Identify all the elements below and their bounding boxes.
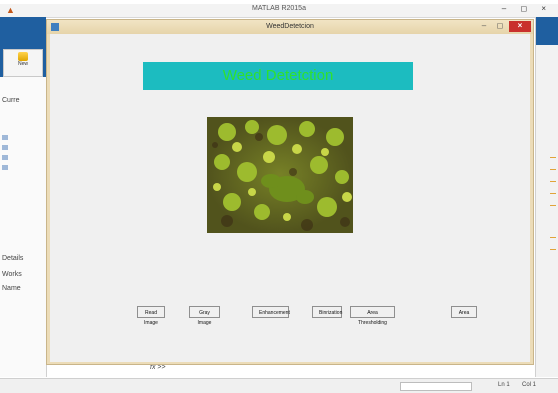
workspace-label: Works: [2, 271, 22, 278]
right-toolstrip: [536, 17, 558, 45]
details-label: Details: [2, 255, 24, 262]
maximize-button[interactable]: ◻: [493, 21, 507, 32]
binarization-button[interactable]: Binrization: [312, 306, 342, 318]
marker: [550, 157, 556, 158]
area-button[interactable]: Area: [451, 306, 477, 318]
status-field: [400, 382, 472, 391]
new-button[interactable]: New: [3, 49, 43, 77]
name-column-header[interactable]: Name: [2, 285, 21, 292]
figure-client-area: Weed Detetction Read Image Gray Image En…: [50, 34, 530, 362]
new-label: New: [17, 61, 28, 67]
file-row[interactable]: [2, 135, 8, 140]
marker: [550, 181, 556, 182]
enhancement-button[interactable]: Enhancement: [252, 306, 290, 318]
marker: [550, 249, 556, 250]
right-panel: [535, 17, 558, 377]
matlab-title-bar: ▲ MATLAB R2015a – ◻ ×: [0, 4, 558, 18]
matlab-toolstrip: New: [0, 17, 46, 77]
figure-title-bar: WeedDetetcion – ◻ ×: [47, 20, 533, 34]
file-row[interactable]: [2, 145, 8, 150]
app-banner-title: Weed Detetction: [143, 62, 413, 90]
figure-title: WeedDetetcion: [266, 23, 314, 30]
column-number: Col 1: [522, 382, 537, 388]
matlab-window-controls[interactable]: – ◻ ×: [502, 4, 552, 13]
marker: [550, 205, 556, 206]
minimize-button[interactable]: –: [477, 21, 491, 32]
current-folder-panel: Curre Details Works Name: [0, 77, 47, 377]
status-bar: Ln 1 Col 1: [0, 378, 558, 393]
command-window-prompt[interactable]: fx >>: [150, 364, 290, 377]
file-row[interactable]: [2, 165, 8, 170]
marker: [550, 169, 556, 170]
prompt: >>: [157, 364, 166, 371]
area-thresholding-button[interactable]: Area Thresholding: [350, 306, 395, 326]
current-folder-label: Curre: [2, 97, 20, 104]
new-icon: [18, 52, 28, 61]
matlab-title: MATLAB R2015a: [252, 5, 306, 12]
read-image-button[interactable]: Read Image: [137, 306, 165, 326]
weed-field-image: [207, 117, 353, 233]
gray-image-button[interactable]: Gray Image: [189, 306, 220, 326]
marker: [550, 193, 556, 194]
line-number: Ln 1: [498, 382, 510, 388]
file-row[interactable]: [2, 155, 8, 160]
close-button[interactable]: ×: [509, 21, 531, 32]
marker: [550, 237, 556, 238]
weed-detection-window: WeedDetetcion – ◻ × Weed Detetction Read…: [46, 19, 534, 365]
fx-icon: fx: [150, 364, 156, 371]
